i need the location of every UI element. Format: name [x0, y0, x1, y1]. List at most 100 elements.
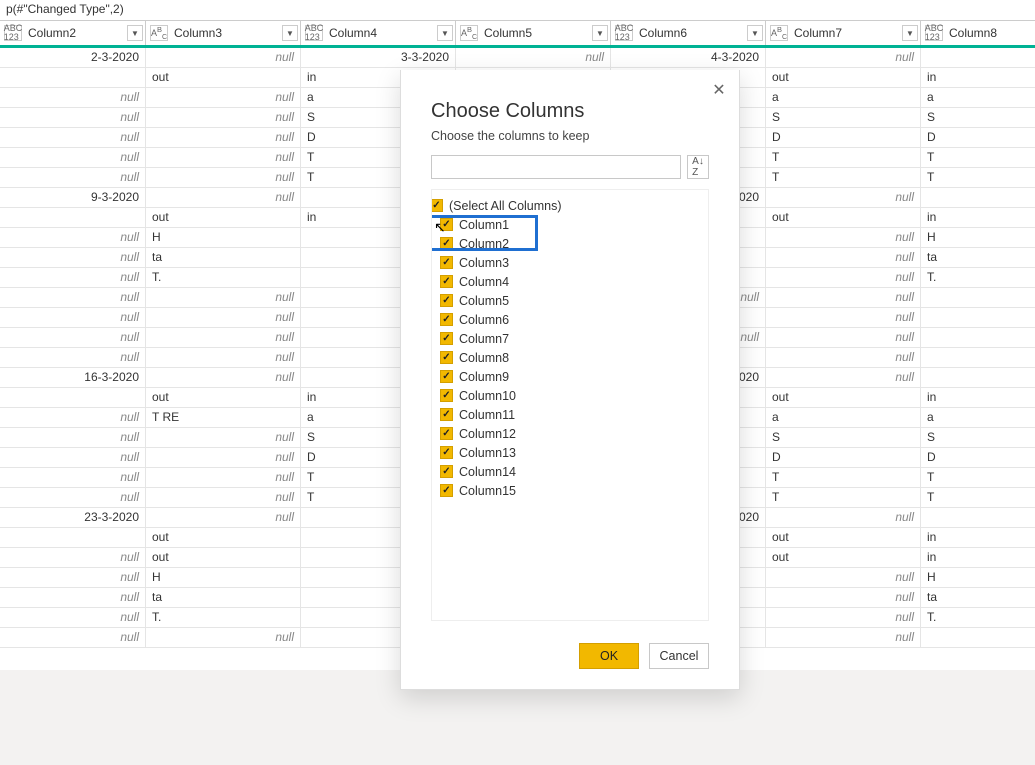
table-cell[interactable]: null [0, 488, 146, 507]
table-cell[interactable]: D [921, 128, 1035, 147]
table-cell[interactable]: 23-3-2020 [0, 508, 146, 527]
table-cell[interactable]: T [921, 488, 1035, 507]
table-cell[interactable]: D [766, 128, 921, 147]
table-cell[interactable]: null [0, 468, 146, 487]
table-cell[interactable]: T [766, 468, 921, 487]
table-cell[interactable]: null [921, 348, 1035, 367]
table-cell[interactable]: 4-3-2020 [611, 48, 766, 67]
table-cell[interactable]: a [766, 408, 921, 427]
column-header[interactable]: ABC123Column2▼ [0, 21, 146, 45]
table-cell[interactable]: S [766, 428, 921, 447]
filter-dropdown-icon[interactable]: ▼ [747, 25, 763, 41]
table-cell[interactable]: 2-3-2020 [0, 48, 146, 67]
table-cell[interactable]: null [766, 568, 921, 587]
column-list-item[interactable]: Column8 [440, 348, 700, 367]
table-cell[interactable]: null [766, 248, 921, 267]
table-cell[interactable]: H [921, 228, 1035, 247]
table-cell[interactable]: null [146, 508, 301, 527]
datatype-icon[interactable]: ABC [460, 25, 478, 41]
table-cell[interactable]: 12 [921, 188, 1035, 207]
column-list-item[interactable]: Column4 [440, 272, 700, 291]
cancel-button[interactable]: Cancel [649, 643, 709, 669]
table-cell[interactable]: null [146, 288, 301, 307]
table-row[interactable]: 2-3-2020null3-3-2020null4-3-2020null5 [0, 48, 1035, 68]
table-cell[interactable]: out [766, 208, 921, 227]
table-cell[interactable] [0, 388, 146, 407]
checkbox-icon[interactable] [440, 465, 453, 478]
table-cell[interactable]: null [766, 268, 921, 287]
checkbox-icon[interactable] [440, 370, 453, 383]
checkbox-icon[interactable] [440, 446, 453, 459]
table-cell[interactable]: in [921, 528, 1035, 547]
table-cell[interactable]: null [0, 408, 146, 427]
table-cell[interactable]: null [0, 448, 146, 467]
table-cell[interactable]: null [146, 488, 301, 507]
checkbox-icon[interactable] [440, 389, 453, 402]
table-cell[interactable]: in [921, 68, 1035, 87]
table-cell[interactable]: S [766, 108, 921, 127]
table-cell[interactable]: null [766, 368, 921, 387]
column-list-item[interactable]: Column2 [440, 234, 700, 253]
table-cell[interactable]: null [456, 48, 611, 67]
table-cell[interactable] [0, 208, 146, 227]
checkbox-icon[interactable] [440, 256, 453, 269]
datatype-icon[interactable]: ABC [770, 25, 788, 41]
table-cell[interactable]: ta [921, 588, 1035, 607]
table-cell[interactable]: T [766, 488, 921, 507]
checkbox-icon[interactable] [440, 275, 453, 288]
table-cell[interactable]: null [766, 588, 921, 607]
column-list-item[interactable]: Column15 [440, 481, 700, 500]
table-cell[interactable]: 19 [921, 368, 1035, 387]
sort-az-button[interactable]: A↓Z [687, 155, 709, 179]
table-cell[interactable]: D [766, 448, 921, 467]
table-cell[interactable]: out [766, 528, 921, 547]
table-cell[interactable]: null [146, 468, 301, 487]
column-list-item[interactable]: Column10 [440, 386, 700, 405]
table-cell[interactable]: H [921, 568, 1035, 587]
table-cell[interactable]: null [0, 88, 146, 107]
table-cell[interactable]: null [0, 308, 146, 327]
table-cell[interactable]: null [146, 628, 301, 647]
filter-dropdown-icon[interactable]: ▼ [437, 25, 453, 41]
table-cell[interactable]: T [766, 148, 921, 167]
table-cell[interactable] [0, 68, 146, 87]
column-list-item[interactable]: Column9 [440, 367, 700, 386]
table-cell[interactable]: 5 [921, 48, 1035, 67]
table-cell[interactable]: 26 [921, 508, 1035, 527]
table-cell[interactable]: null [0, 548, 146, 567]
datatype-icon[interactable]: ABC123 [4, 25, 22, 41]
checkbox-icon[interactable] [440, 351, 453, 364]
table-cell[interactable]: null [146, 308, 301, 327]
filter-dropdown-icon[interactable]: ▼ [902, 25, 918, 41]
table-cell[interactable]: null [766, 48, 921, 67]
table-cell[interactable]: T [921, 148, 1035, 167]
checkbox-icon[interactable] [440, 408, 453, 421]
table-cell[interactable]: null [146, 168, 301, 187]
checkbox-icon[interactable] [440, 484, 453, 497]
table-cell[interactable]: in [921, 388, 1035, 407]
table-cell[interactable]: S [921, 428, 1035, 447]
table-cell[interactable]: null [921, 328, 1035, 347]
table-cell[interactable]: null [146, 348, 301, 367]
table-cell[interactable]: T RE [146, 408, 301, 427]
table-cell[interactable]: null [0, 588, 146, 607]
table-cell[interactable]: null [766, 188, 921, 207]
column-list-item[interactable]: Column5 [440, 291, 700, 310]
checkbox-icon[interactable] [431, 199, 443, 212]
table-cell[interactable]: null [0, 248, 146, 267]
checkbox-icon[interactable] [440, 218, 453, 231]
column-header[interactable]: ABC123Column8▼ [921, 21, 1035, 45]
search-input[interactable] [431, 155, 681, 179]
table-cell[interactable]: null [766, 608, 921, 627]
table-cell[interactable]: T. [146, 268, 301, 287]
column-list-item[interactable]: Column7 [440, 329, 700, 348]
table-cell[interactable]: T [921, 468, 1035, 487]
table-cell[interactable]: null [146, 88, 301, 107]
table-cell[interactable]: null [0, 348, 146, 367]
table-cell[interactable]: ta [921, 248, 1035, 267]
table-cell[interactable]: null [0, 228, 146, 247]
table-cell[interactable]: H [146, 228, 301, 247]
column-list-item[interactable]: Column3 [440, 253, 700, 272]
formula-bar[interactable]: p(#"Changed Type",2) [0, 0, 1035, 20]
table-cell[interactable]: null [146, 328, 301, 347]
